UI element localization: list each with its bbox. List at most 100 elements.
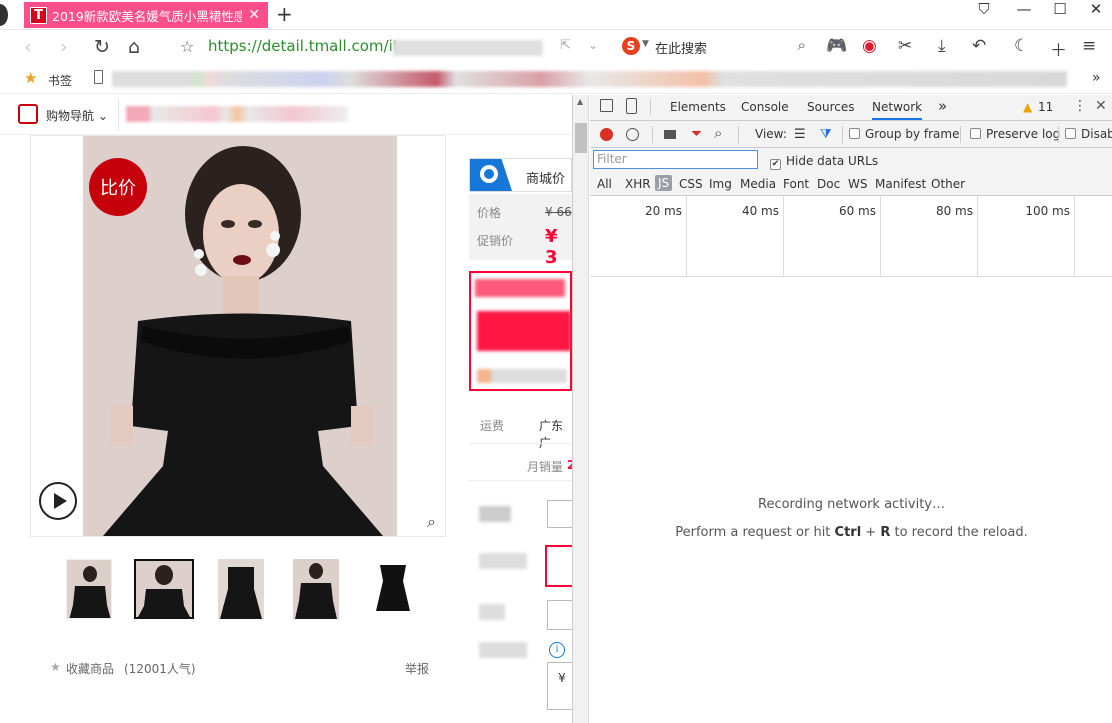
maximize-icon[interactable]: ☐ xyxy=(1042,0,1078,18)
thumbnail-4[interactable] xyxy=(293,559,339,619)
close-tab-icon[interactable]: ✕ xyxy=(248,7,260,23)
scroll-up-arrow[interactable]: ▲ xyxy=(577,97,583,106)
type-filter-media[interactable]: Media xyxy=(740,177,776,191)
hide-data-urls-toggle[interactable]: ✔ Hide data URLs xyxy=(770,154,878,170)
filter-funnel-icon[interactable]: ⏷ xyxy=(691,126,702,142)
device-toolbar-icon[interactable] xyxy=(626,98,637,114)
original-price: ¥ 66 xyxy=(545,205,572,219)
network-timeline-overview[interactable]: 20 ms 40 ms 60 ms 80 ms 100 ms xyxy=(590,196,1112,277)
type-filter-img[interactable]: Img xyxy=(709,177,732,191)
tab-elements[interactable]: Elements xyxy=(670,100,726,114)
scrollbar-thumb[interactable] xyxy=(575,123,587,153)
filter-input[interactable]: Filter xyxy=(593,150,758,169)
search-input[interactable]: 在此搜索 xyxy=(655,38,707,57)
url-text[interactable]: https://detail.tmall.com/ite xyxy=(208,37,408,55)
browser-tab-active[interactable]: T 2019新款欧美名媛气质小黑裙性感修 ✕ xyxy=(24,2,268,28)
shirt-icon[interactable]: ⛉ xyxy=(966,0,1002,18)
back-icon[interactable]: ‹ xyxy=(24,36,32,58)
type-filter-xhr[interactable]: XHR xyxy=(625,177,651,191)
product-main-image[interactable]: 比价 ⌕ xyxy=(30,135,446,537)
group-by-frame-checkbox[interactable] xyxy=(849,128,860,139)
collect-star-icon[interactable]: ★ xyxy=(50,660,61,674)
scissors-icon[interactable]: ✂ xyxy=(898,36,912,56)
shipping-value[interactable]: 广东广 xyxy=(539,417,572,451)
search-icon[interactable]: ⌕ xyxy=(798,36,806,54)
browser-avatar[interactable] xyxy=(0,4,8,26)
tab-sources[interactable]: Sources xyxy=(807,100,854,114)
mall-price-header: 商城价 xyxy=(469,158,572,192)
clear-icon[interactable] xyxy=(626,128,639,141)
more-bookmarks-icon[interactable]: » xyxy=(1092,70,1101,86)
night-mode-icon[interactable]: ☾ xyxy=(1014,36,1029,56)
game-icon[interactable]: 🎮 xyxy=(826,36,847,56)
close-window-icon[interactable]: ✕ xyxy=(1078,0,1112,18)
warning-count[interactable]: 11 xyxy=(1038,100,1053,114)
type-filter-doc[interactable]: Doc xyxy=(817,177,840,191)
bookmarks-label[interactable]: 书签 xyxy=(48,72,72,89)
zoom-icon[interactable]: ⌕ xyxy=(427,512,436,532)
size-option[interactable] xyxy=(547,500,572,528)
group-by-frame-label: Group by frame xyxy=(865,127,960,141)
type-filter-other[interactable]: Other xyxy=(931,177,965,191)
shopping-bag-icon[interactable] xyxy=(18,104,38,124)
devtools-menu-icon[interactable]: ⋮ xyxy=(1073,98,1087,114)
disable-cache-toggle[interactable]: Disab xyxy=(1065,127,1112,141)
thumbnail-2-selected[interactable] xyxy=(134,559,194,619)
search-icon[interactable]: ⌕ xyxy=(714,124,722,142)
screenshot-camera-icon[interactable] xyxy=(664,130,676,139)
menu-icon[interactable]: ≡ xyxy=(1082,36,1096,56)
quantity-input[interactable] xyxy=(547,600,572,630)
share-icon[interactable]: ⇱ xyxy=(560,38,571,53)
type-filter-js[interactable]: JS xyxy=(655,175,673,191)
inspect-element-icon[interactable] xyxy=(600,99,613,112)
preserve-log-toggle[interactable]: Preserve log xyxy=(970,127,1060,141)
home-icon[interactable]: ⌂ xyxy=(128,36,140,58)
shopping-nav-label[interactable]: 购物导航 ⌄ xyxy=(46,107,108,124)
bookmark-star-icon[interactable]: ☆ xyxy=(180,37,194,56)
waterfall-icon[interactable]: ⧩ xyxy=(820,127,832,142)
record-icon[interactable] xyxy=(600,128,613,141)
type-filter-font[interactable]: Font xyxy=(783,177,809,191)
weibo-icon[interactable]: ◉ xyxy=(862,36,877,56)
url-bar[interactable]: ☆ https://detail.tmall.com/ite ⇱ ⌄ xyxy=(178,36,610,60)
reload-icon[interactable]: ↻ xyxy=(94,36,110,58)
report-link[interactable]: 举报 xyxy=(405,660,429,677)
type-filter-all[interactable]: All xyxy=(597,177,612,191)
info-icon[interactable]: i xyxy=(549,642,565,658)
chevron-down-icon[interactable]: ⌄ xyxy=(588,38,598,52)
thumbnail-5[interactable] xyxy=(370,559,416,619)
thumbnail-3[interactable] xyxy=(218,559,264,619)
thumbnail-1[interactable] xyxy=(66,559,112,619)
compare-price-badge[interactable]: 比价 xyxy=(89,158,147,216)
tick-label: 40 ms xyxy=(741,204,779,218)
play-video-button[interactable] xyxy=(39,482,77,520)
divider xyxy=(652,126,653,143)
download-icon[interactable]: ⤓ xyxy=(938,36,946,56)
group-by-frame-toggle[interactable]: Group by frame xyxy=(849,127,959,141)
more-tabs-button[interactable]: » xyxy=(938,97,947,115)
undo-icon[interactable]: ↶ xyxy=(972,36,986,56)
search-engine-dropdown-icon[interactable]: ▼ xyxy=(642,39,649,49)
page-scrollbar[interactable]: ▲ xyxy=(573,95,589,723)
close-devtools-icon[interactable]: ✕ xyxy=(1095,98,1107,114)
preserve-log-checkbox[interactable] xyxy=(970,128,981,139)
tab-network[interactable]: Network xyxy=(872,100,923,120)
large-rows-icon[interactable]: ☰ xyxy=(794,127,806,142)
collect-label[interactable]: 收藏商品 xyxy=(66,660,114,677)
type-filter-ws[interactable]: WS xyxy=(848,177,867,191)
mobile-icon[interactable] xyxy=(94,70,103,84)
color-option-selected[interactable] xyxy=(545,545,572,587)
search-box[interactable]: S ▼ 在此搜索 ⌕ xyxy=(622,35,814,59)
minimize-icon[interactable]: — xyxy=(1006,0,1042,18)
forward-icon[interactable]: › xyxy=(60,36,68,58)
search-engine-icon[interactable]: S xyxy=(622,37,640,55)
price-input[interactable]: ¥ xyxy=(547,662,572,710)
add-icon[interactable]: ＋ xyxy=(1050,36,1067,61)
warning-icon[interactable]: ▲ xyxy=(1023,100,1032,114)
type-filter-css[interactable]: CSS xyxy=(679,177,703,191)
hide-data-urls-checkbox[interactable]: ✔ xyxy=(770,159,781,170)
type-filter-manifest[interactable]: Manifest xyxy=(875,177,926,191)
disable-cache-checkbox[interactable] xyxy=(1065,128,1076,139)
tab-console[interactable]: Console xyxy=(741,100,789,114)
new-tab-button[interactable]: + xyxy=(276,2,293,26)
